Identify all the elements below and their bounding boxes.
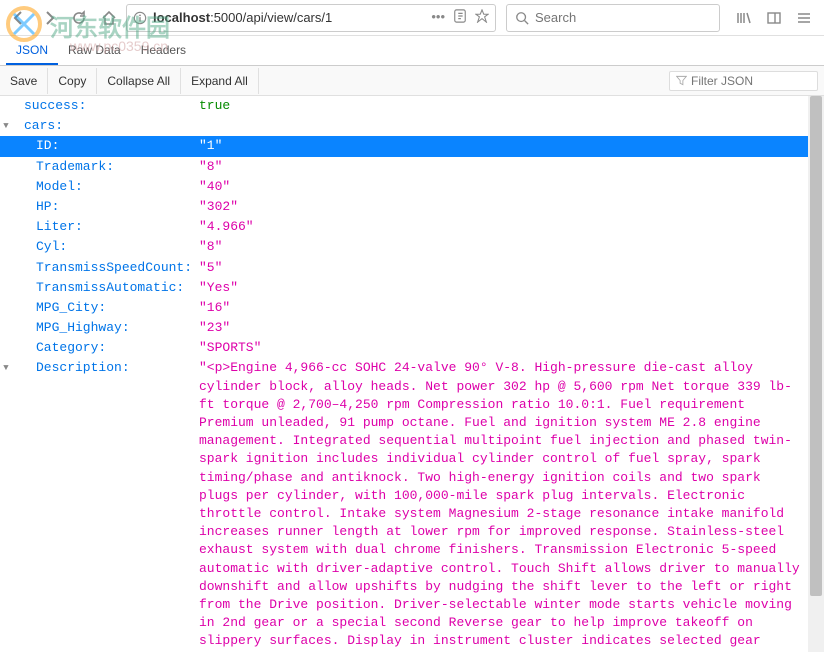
twisty-icon[interactable] <box>0 299 12 302</box>
json-row[interactable]: Liter:"4.966" <box>0 217 824 237</box>
viewer-tabs: JSON Raw Data Headers <box>0 36 824 66</box>
json-key: HP: <box>36 198 199 216</box>
json-row-cars[interactable]: ▼ cars: <box>0 116 824 136</box>
twisty-icon[interactable] <box>0 137 12 140</box>
json-value: "16" <box>199 299 824 317</box>
json-viewer[interactable]: success: true ▼ cars: ID:"1"Trademark:"8… <box>0 96 824 652</box>
action-bar: Save Copy Collapse All Expand All <box>0 66 824 96</box>
search-input[interactable] <box>535 10 711 25</box>
json-key: TransmissAutomatic: <box>36 279 199 297</box>
scrollbar-thumb[interactable] <box>810 96 822 596</box>
json-value: "8" <box>199 238 824 256</box>
json-row[interactable]: MPG_Highway:"23" <box>0 318 824 338</box>
twisty-icon[interactable]: ▼ <box>0 117 12 133</box>
json-row[interactable]: HP:"302" <box>0 197 824 217</box>
twisty-icon[interactable] <box>0 339 12 342</box>
json-key: Model: <box>36 178 199 196</box>
json-row-success[interactable]: success: true <box>0 96 824 116</box>
json-key: Cyl: <box>36 238 199 256</box>
bookmark-icon[interactable] <box>475 9 489 26</box>
filter-icon <box>676 75 687 86</box>
sidebar-icon[interactable] <box>760 4 788 32</box>
json-value: "302" <box>199 198 824 216</box>
json-value: "<p>Engine 4,966-cc SOHC 24-valve 90° V-… <box>199 359 824 652</box>
reload-button[interactable] <box>66 4 92 32</box>
info-icon[interactable] <box>133 11 147 25</box>
twisty-icon[interactable] <box>0 198 12 201</box>
twisty-icon[interactable] <box>0 158 12 161</box>
search-icon <box>515 11 529 25</box>
json-key: TransmissSpeedCount: <box>36 259 199 277</box>
twisty-icon[interactable]: ▼ <box>0 359 12 375</box>
json-key: Description: <box>36 359 199 377</box>
twisty-icon[interactable] <box>0 238 12 241</box>
json-row[interactable]: Category:"SPORTS" <box>0 338 824 358</box>
twisty-icon[interactable] <box>0 178 12 181</box>
back-button[interactable] <box>6 4 32 32</box>
json-row[interactable]: MPG_City:"16" <box>0 298 824 318</box>
json-key: MPG_Highway: <box>36 319 199 337</box>
json-key: ID: <box>36 137 199 155</box>
save-button[interactable]: Save <box>0 68 48 94</box>
json-value: "5" <box>199 259 824 277</box>
json-row[interactable]: ID:"1" <box>0 136 824 156</box>
more-icon[interactable]: ••• <box>431 9 445 26</box>
filter-input[interactable] <box>691 74 811 88</box>
json-value: "40" <box>199 178 824 196</box>
forward-button[interactable] <box>36 4 62 32</box>
menu-icon[interactable] <box>790 4 818 32</box>
url-text: localhost:5000/api/view/cars/1 <box>153 10 425 25</box>
home-button[interactable] <box>96 4 122 32</box>
browser-toolbar: localhost:5000/api/view/cars/1 ••• <box>0 0 824 36</box>
json-key: Category: <box>36 339 199 357</box>
json-value: "4.966" <box>199 218 824 236</box>
reader-icon[interactable] <box>453 9 467 26</box>
tab-headers[interactable]: Headers <box>131 37 196 65</box>
tab-json[interactable]: JSON <box>6 37 58 65</box>
twisty-icon[interactable] <box>0 319 12 322</box>
expand-all-button[interactable]: Expand All <box>181 68 259 94</box>
json-value: "SPORTS" <box>199 339 824 357</box>
json-row[interactable]: Cyl:"8" <box>0 237 824 257</box>
twisty-icon[interactable] <box>0 259 12 262</box>
twisty-icon[interactable] <box>0 218 12 221</box>
json-value: "1" <box>199 137 824 155</box>
json-row[interactable]: Model:"40" <box>0 177 824 197</box>
json-row[interactable]: TransmissSpeedCount:"5" <box>0 258 824 278</box>
library-icon[interactable] <box>730 4 758 32</box>
json-row[interactable]: TransmissAutomatic:"Yes" <box>0 278 824 298</box>
json-row[interactable]: ▼ Description:"<p>Engine 4,966-cc SOHC 24… <box>0 358 824 652</box>
json-value: "23" <box>199 319 824 337</box>
collapse-all-button[interactable]: Collapse All <box>97 68 181 94</box>
json-key: Liter: <box>36 218 199 236</box>
twisty-icon[interactable] <box>0 279 12 282</box>
json-value: "8" <box>199 158 824 176</box>
json-value: "Yes" <box>199 279 824 297</box>
url-bar[interactable]: localhost:5000/api/view/cars/1 ••• <box>126 4 496 32</box>
json-key: Trademark: <box>36 158 199 176</box>
copy-button[interactable]: Copy <box>48 68 97 94</box>
json-key: MPG_City: <box>36 299 199 317</box>
search-bar[interactable] <box>506 4 720 32</box>
json-row[interactable]: Trademark:"8" <box>0 157 824 177</box>
tab-raw-data[interactable]: Raw Data <box>58 37 131 65</box>
filter-json[interactable] <box>669 71 818 91</box>
